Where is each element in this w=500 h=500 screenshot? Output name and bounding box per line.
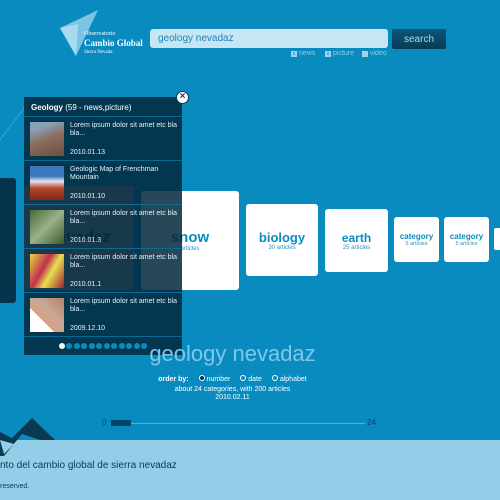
- checkbox-icon[interactable]: [362, 50, 368, 57]
- item-title[interactable]: Lorem ipsum dolor sit amet etc bla bla..…: [70, 122, 180, 138]
- list-item[interactable]: Lorem ipsum dolor sit amet etc bla bla..…: [24, 205, 182, 249]
- summary: about 24 categories, with 200 articles: [174, 386, 291, 393]
- logo-line1: Observatorio: [84, 31, 116, 37]
- item-date: 2010.01.1: [70, 281, 102, 288]
- filter-label: news: [299, 50, 316, 57]
- footer-copyright: reserved.: [0, 483, 30, 490]
- filter-label: video: [370, 50, 387, 57]
- mountain-icon: [0, 418, 55, 456]
- category-card-biology[interactable]: biology 30 articles: [246, 204, 318, 276]
- category-name: category: [449, 232, 484, 241]
- order-date[interactable]: date: [240, 375, 262, 383]
- footer-title: nto del cambio global de sierra nevadaz: [0, 460, 177, 471]
- list-item[interactable]: Lorem ipsum dolor sit amet etc bla bla..…: [24, 293, 182, 337]
- search-input[interactable]: [150, 29, 388, 48]
- option-label: alphabet: [279, 376, 307, 383]
- radio-icon[interactable]: [240, 375, 247, 381]
- category-card[interactable]: category 5 articles: [394, 217, 439, 262]
- slider-max: 24: [367, 418, 376, 427]
- order-by: order by: number date alphabet: [0, 375, 465, 383]
- radio-icon[interactable]: [271, 375, 278, 381]
- category-count: 5 articles: [455, 241, 478, 247]
- slider-min: 0: [102, 418, 107, 427]
- summary-date: 2010.02.11: [215, 394, 250, 401]
- order-label: order by:: [158, 375, 189, 383]
- option-label: date: [248, 376, 262, 383]
- category-card-next[interactable]: [494, 228, 500, 250]
- item-date: 2010.01.13: [70, 149, 106, 156]
- thumbnail: [30, 298, 64, 332]
- category-card-earth[interactable]: earth 25 articles: [325, 209, 388, 272]
- category-count: articles: [180, 246, 200, 252]
- item-title[interactable]: Lorem ipsum dolor sit amet etc bla bla..…: [70, 298, 180, 314]
- category-count: 25 articles: [342, 244, 371, 251]
- option-label: number: [206, 376, 231, 383]
- category-name: biology: [258, 229, 306, 245]
- thumbnail: [30, 210, 64, 244]
- thumbnail: [30, 166, 64, 200]
- list-item[interactable]: Geologic Map of Frenchman Mountain 2010.0…: [24, 161, 182, 205]
- radio-checked-icon[interactable]: [198, 375, 205, 381]
- logo-line3: Sierra Nevada: [84, 50, 113, 55]
- footer: nto del cambio global de sierra nevadaz …: [0, 440, 500, 500]
- logo-line2: Cambio Global: [84, 38, 143, 48]
- checkbox-icon[interactable]: x: [291, 50, 297, 57]
- item-title[interactable]: Lorem ipsum dolor sit amet etc bla bla..…: [70, 210, 180, 226]
- search-button[interactable]: search: [392, 29, 446, 49]
- filter-news[interactable]: x news: [291, 50, 315, 57]
- results-panel: Geology (59 - news,picture) Lorem ipsum …: [24, 97, 182, 355]
- checkbox-icon[interactable]: x: [325, 50, 331, 57]
- slider-track[interactable]: [111, 423, 365, 424]
- item-date: 2010.01.10: [70, 193, 106, 200]
- item-title[interactable]: Lorem ipsum dolor sit amet etc bla bla..…: [70, 254, 180, 270]
- order-alphabet[interactable]: alphabet: [271, 375, 307, 383]
- category-count: 5 articles: [405, 241, 428, 247]
- category-name: earth: [341, 230, 372, 245]
- filter-picture[interactable]: x picture: [325, 50, 354, 57]
- filter-label: picture: [333, 50, 355, 57]
- item-date: 2009.12.10: [70, 325, 106, 332]
- item-title[interactable]: Geologic Map of Frenchman Mountain: [70, 166, 180, 182]
- thumbnail: [30, 254, 64, 288]
- slider-handle[interactable]: [111, 420, 131, 426]
- panel-subtitle: (59 - news,picture): [65, 103, 132, 112]
- logo[interactable]: Observatorio Cambio Global Sierra Nevada: [58, 10, 150, 58]
- item-date: 2010.01.3: [70, 237, 102, 244]
- panel-title: Geology: [31, 103, 64, 112]
- panel-header: Geology (59 - news,picture): [24, 97, 182, 117]
- order-number[interactable]: number: [198, 375, 231, 383]
- list-item[interactable]: Lorem ipsum dolor sit amet etc bla bla..…: [24, 117, 182, 161]
- category-card-prev[interactable]: [0, 178, 16, 303]
- query-title: geology nevadaz: [149, 341, 316, 366]
- close-icon[interactable]: ×: [176, 91, 189, 104]
- thumbnail: [30, 122, 64, 156]
- category-name: category: [399, 232, 434, 241]
- filter-video[interactable]: video: [362, 50, 387, 57]
- list-item[interactable]: Lorem ipsum dolor sit amet etc bla bla..…: [24, 249, 182, 293]
- category-count: 30 articles: [268, 244, 296, 251]
- category-card[interactable]: category 5 articles: [444, 217, 489, 262]
